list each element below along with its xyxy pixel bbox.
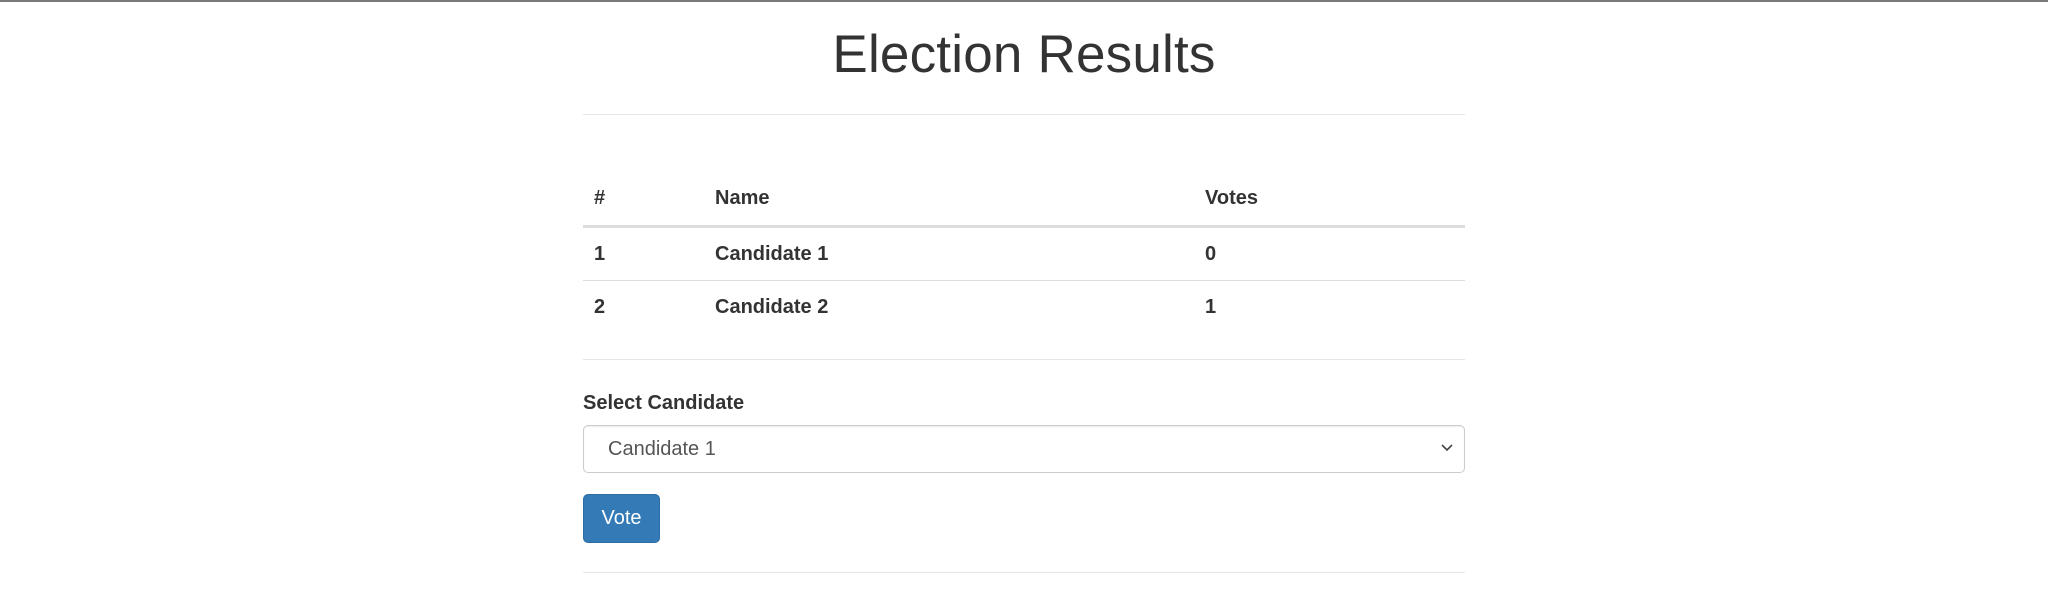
table-header-row: # Name Votes <box>583 171 1465 228</box>
header-number: # <box>583 171 704 228</box>
candidate-select[interactable]: Candidate 1 <box>583 425 1465 473</box>
cell-name: Candidate 2 <box>715 295 829 318</box>
form-divider <box>583 572 1465 573</box>
chevron-down-icon <box>1441 444 1453 452</box>
cell-votes: 0 <box>1194 226 1465 281</box>
vote-button[interactable]: Vote <box>583 494 660 543</box>
header-votes: Votes <box>1194 171 1465 228</box>
cell-number: 1 <box>583 226 704 281</box>
cell-number: 2 <box>594 295 606 318</box>
select-candidate-label: Select Candidate <box>583 392 745 414</box>
cell-name: Candidate 1 <box>704 226 1194 281</box>
table-row: 1 Candidate 1 0 <box>583 226 1465 281</box>
page-title: Election Results <box>832 25 1216 84</box>
table-divider <box>583 359 1465 360</box>
candidate-select-value: Candidate 1 <box>608 438 716 460</box>
table-row: 2 Candidate 2 1 <box>583 281 1465 334</box>
title-divider <box>583 114 1465 115</box>
main-container: Election Results # Name Votes 1 Candidat… <box>583 0 1465 573</box>
cell-votes: 1 <box>1205 295 1217 318</box>
results-table: # Name Votes 1 Candidate 1 0 2 Candidate… <box>583 171 1465 333</box>
header-name: Name <box>704 171 1194 228</box>
